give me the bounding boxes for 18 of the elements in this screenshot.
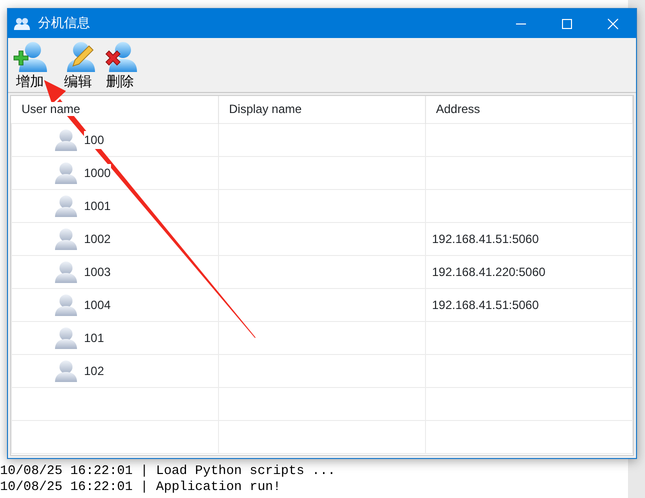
table-cell: 192.168.41.51:5060 — [432, 298, 539, 312]
table-cell: 100 — [84, 130, 104, 148]
user-delete-icon — [103, 40, 137, 74]
add-button[interactable]: 增加 — [10, 40, 50, 91]
column-header[interactable]: Address — [436, 102, 480, 116]
close-icon — [607, 18, 619, 30]
delete-button[interactable]: 删除 — [100, 40, 140, 91]
users-icon — [14, 16, 30, 32]
edit-button[interactable]: 编辑 — [58, 40, 98, 91]
column-header[interactable]: Display name — [229, 102, 302, 116]
log-line: 10/08/25 16:22:01 | Load Python scripts ... — [0, 463, 336, 479]
table-cell: 192.168.41.51:5060 — [432, 232, 539, 246]
log-line: 10/08/25 16:22:01 | Application run! — [0, 479, 282, 495]
maximize-icon — [561, 18, 573, 30]
user-add-icon — [13, 40, 47, 74]
table-cell: 192.168.41.220:5060 — [432, 264, 546, 278]
column-header[interactable]: User name — [22, 102, 80, 116]
window-title: 分机信息 — [38, 14, 91, 33]
